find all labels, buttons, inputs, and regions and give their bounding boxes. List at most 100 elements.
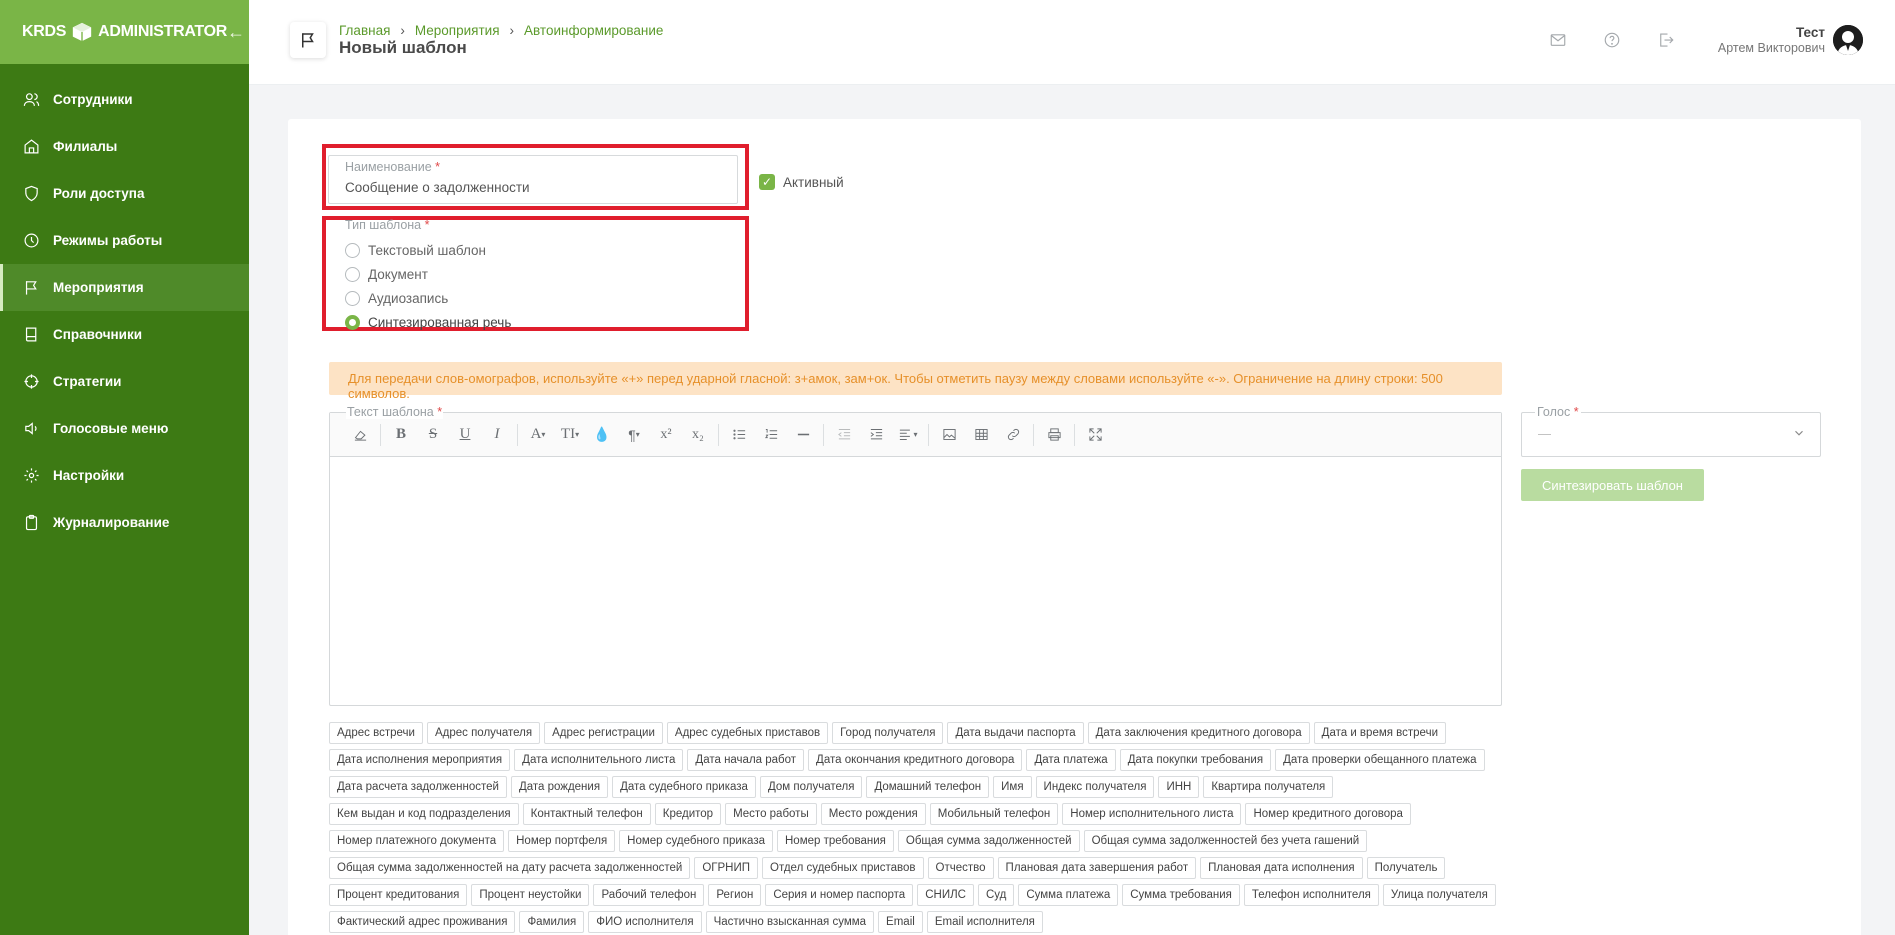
variable-tag[interactable]: Контактный телефон: [522, 803, 651, 825]
indent-icon[interactable]: [860, 421, 892, 449]
synthesize-template-button[interactable]: Синтезировать шаблон: [1521, 469, 1704, 501]
variable-tag[interactable]: Отдел судебных приставов: [762, 857, 924, 879]
help-icon[interactable]: [1603, 31, 1621, 54]
variable-tag[interactable]: Серия и номер паспорта: [765, 884, 914, 906]
variable-tag[interactable]: Имя: [993, 776, 1032, 798]
variable-tag[interactable]: Плановая дата завершения работ: [997, 857, 1197, 879]
bold-icon[interactable]: B: [385, 421, 417, 449]
variable-tag[interactable]: Номер исполнительного листа: [1062, 803, 1242, 825]
variable-tag[interactable]: Номер портфеля: [508, 830, 616, 852]
variable-tag[interactable]: Кем выдан и код подразделения: [329, 803, 519, 825]
variable-tag[interactable]: Дом получателя: [759, 776, 863, 798]
variable-tag[interactable]: Отчество: [927, 857, 994, 879]
mail-icon[interactable]: [1549, 31, 1567, 54]
eraser-icon[interactable]: [344, 421, 376, 449]
sidebar-item-logging[interactable]: Журналирование: [0, 499, 249, 546]
variable-tag[interactable]: Дата исполнительного листа: [514, 749, 684, 771]
variable-tag[interactable]: Мобильный телефон: [929, 803, 1059, 825]
variable-tag[interactable]: Email исполнителя: [926, 911, 1043, 933]
variable-tag[interactable]: Дата и время встречи: [1313, 722, 1446, 744]
variable-tag[interactable]: Номер платежного документа: [329, 830, 505, 852]
variable-tag[interactable]: Адрес судебных приставов: [666, 722, 829, 744]
sidebar-item-events[interactable]: Мероприятия: [0, 264, 249, 311]
bullet-list-icon[interactable]: [723, 421, 755, 449]
variable-tag[interactable]: Место работы: [725, 803, 817, 825]
strikethrough-icon[interactable]: S: [417, 421, 449, 449]
sidebar-item-branches[interactable]: Филиалы: [0, 123, 249, 170]
name-field[interactable]: Наименование * Сообщение о задолженности: [328, 155, 738, 204]
numbered-list-icon[interactable]: [755, 421, 787, 449]
radio-document[interactable]: Документ: [345, 267, 428, 282]
breadcrumb-home[interactable]: Главная: [339, 23, 390, 38]
variable-tag[interactable]: Суд: [977, 884, 1015, 906]
variable-tag[interactable]: ИНН: [1158, 776, 1200, 798]
voice-select[interactable]: Голос * —: [1521, 405, 1821, 457]
sidebar-item-roles[interactable]: Роли доступа: [0, 170, 249, 217]
variable-tag[interactable]: Сумма платежа: [1018, 884, 1119, 906]
outdent-icon[interactable]: [828, 421, 860, 449]
variable-tag[interactable]: Дата заключения кредитного договора: [1087, 722, 1310, 744]
variable-tag[interactable]: Номер требования: [777, 830, 894, 852]
variable-tag[interactable]: ОГРНИП: [694, 857, 759, 879]
paragraph-icon[interactable]: ¶ ▾: [618, 421, 650, 449]
variable-tag[interactable]: Дата начала работ: [687, 749, 805, 771]
sidebar-item-voice-menus[interactable]: Голосовые меню: [0, 405, 249, 452]
horizontal-rule-icon[interactable]: [787, 421, 819, 449]
variable-tag[interactable]: Город получателя: [832, 722, 944, 744]
variable-tag[interactable]: Рабочий телефон: [593, 884, 705, 906]
superscript-icon[interactable]: x²: [650, 421, 682, 449]
variable-tag[interactable]: Кредитор: [654, 803, 722, 825]
user-info[interactable]: Тест Артем Викторович: [1718, 25, 1825, 55]
variable-tag[interactable]: Регион: [708, 884, 762, 906]
italic-icon[interactable]: I: [481, 421, 513, 449]
logo[interactable]: KRDS ADMINISTRATOR: [22, 21, 227, 43]
sidebar-item-references[interactable]: Справочники: [0, 311, 249, 358]
variable-tag[interactable]: Дата выдачи паспорта: [947, 722, 1084, 744]
variable-tag[interactable]: Фамилия: [519, 911, 585, 933]
variable-tag[interactable]: Дата рождения: [510, 776, 609, 798]
font-size-icon[interactable]: TI ▾: [554, 421, 586, 449]
variable-tag[interactable]: Дата покупки требования: [1119, 749, 1272, 771]
subscript-icon[interactable]: x₂: [682, 421, 714, 449]
variable-tag[interactable]: Домашний телефон: [866, 776, 990, 798]
variable-tag[interactable]: Дата исполнения мероприятия: [329, 749, 511, 771]
color-icon[interactable]: 💧: [586, 421, 618, 449]
variable-tag[interactable]: Плановая дата исполнения: [1200, 857, 1363, 879]
font-icon[interactable]: A ▾: [522, 421, 554, 449]
radio-audio[interactable]: Аудиозапись: [345, 291, 448, 306]
sidebar-item-strategies[interactable]: Стратегии: [0, 358, 249, 405]
align-icon[interactable]: ▾: [892, 421, 924, 449]
fullscreen-icon[interactable]: [1079, 421, 1111, 449]
variable-tag[interactable]: Дата окончания кредитного договора: [808, 749, 1023, 771]
active-checkbox[interactable]: ✓ Активный: [759, 174, 844, 190]
variable-tag[interactable]: Email: [878, 911, 923, 933]
sidebar-item-work-modes[interactable]: Режимы работы: [0, 217, 249, 264]
variable-tag[interactable]: Фактический адрес проживания: [329, 911, 516, 933]
radio-text-template[interactable]: Текстовый шаблон: [345, 243, 486, 258]
variable-tag[interactable]: Адрес регистрации: [544, 722, 663, 744]
image-icon[interactable]: [933, 421, 965, 449]
variable-tag[interactable]: Процент кредитования: [329, 884, 468, 906]
print-icon[interactable]: [1038, 421, 1070, 449]
variable-tag[interactable]: Дата расчета задолженностей: [329, 776, 507, 798]
variable-tag[interactable]: Дата платежа: [1026, 749, 1116, 771]
variable-tag[interactable]: СНИЛС: [917, 884, 974, 906]
variable-tag[interactable]: Общая сумма задолженностей без учета гаш…: [1083, 830, 1368, 852]
variable-tag[interactable]: Дата проверки обещанного платежа: [1275, 749, 1485, 771]
variable-tag[interactable]: Частично взысканная сумма: [705, 911, 875, 933]
arrow-left-icon[interactable]: ←: [227, 22, 245, 43]
variable-tag[interactable]: Получатель: [1366, 857, 1446, 879]
variable-tag[interactable]: Процент неустойки: [471, 884, 590, 906]
variable-tag[interactable]: Телефон исполнителя: [1243, 884, 1379, 906]
logout-icon[interactable]: [1657, 31, 1675, 54]
variable-tag[interactable]: Общая сумма задолженностей на дату расче…: [329, 857, 691, 879]
underline-icon[interactable]: U: [449, 421, 481, 449]
breadcrumb-events[interactable]: Мероприятия: [415, 23, 500, 38]
link-icon[interactable]: [997, 421, 1029, 449]
sidebar-item-employees[interactable]: Сотрудники: [0, 76, 249, 123]
variable-tag[interactable]: Адрес встречи: [329, 722, 423, 744]
variable-tag[interactable]: Номер кредитного договора: [1245, 803, 1411, 825]
editor-content-area[interactable]: [330, 457, 1501, 705]
variable-tag[interactable]: Индекс получателя: [1035, 776, 1155, 798]
variable-tag[interactable]: Номер судебного приказа: [619, 830, 773, 852]
